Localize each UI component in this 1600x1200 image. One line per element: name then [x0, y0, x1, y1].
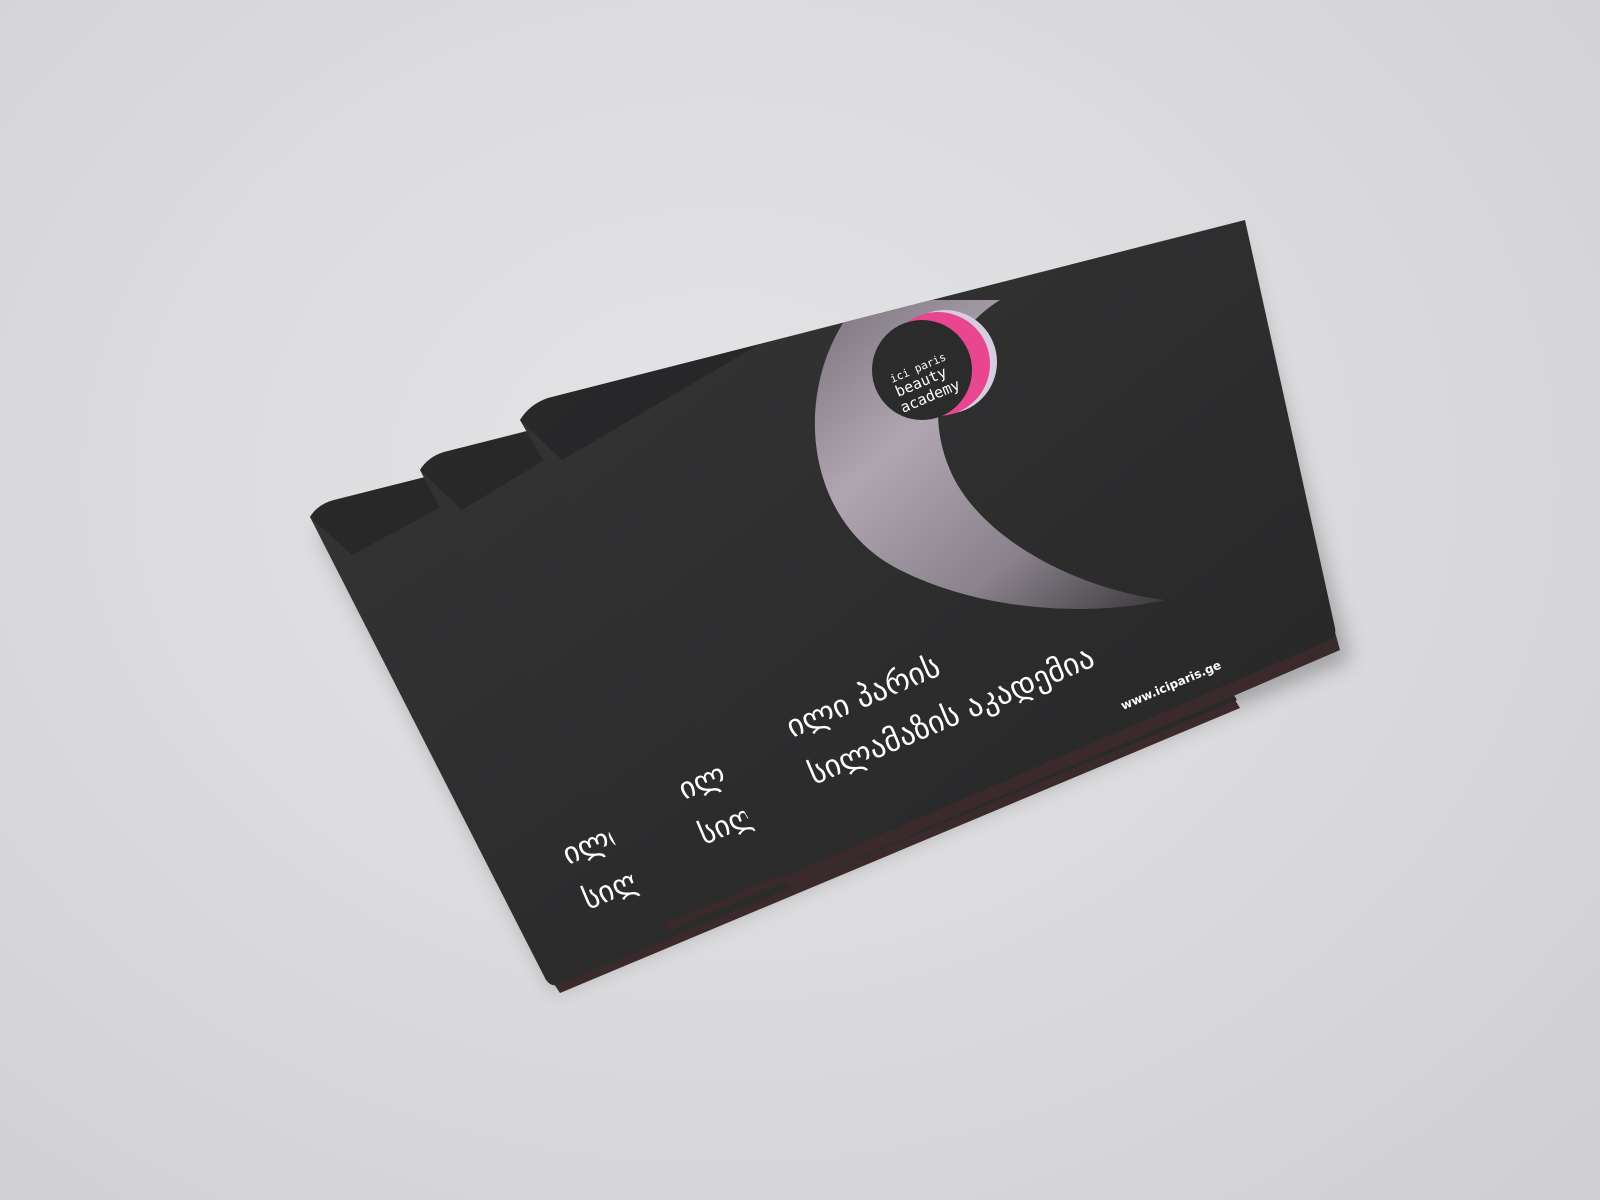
product-mockup-scene: ილი პარის სილამაზის აკადემია ილი პარის ს… [0, 0, 1600, 1200]
booklet-stack: ილი პარის სილამაზის აკადემია ილი პარის ს… [310, 220, 1350, 993]
